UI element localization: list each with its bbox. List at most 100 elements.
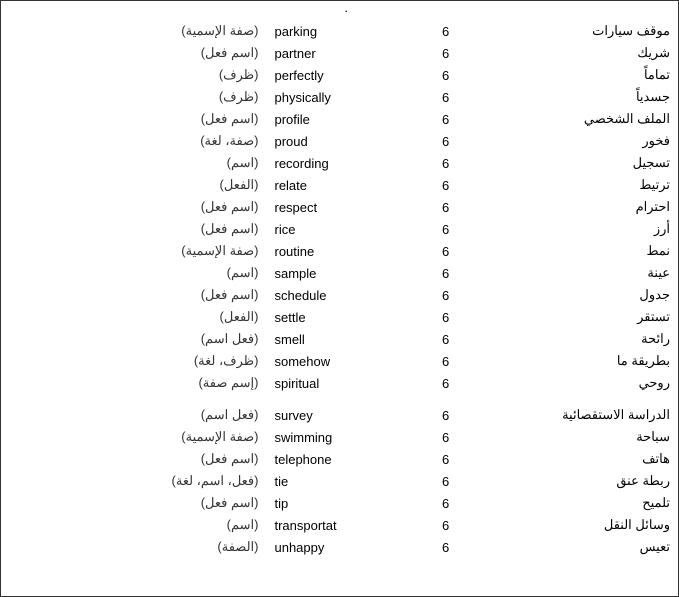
english-cell: transportat: [266, 514, 425, 536]
table-row: (فعل اسم) smell 6 رائحة: [1, 328, 678, 350]
table-row: (اسم) sample 6 عينة: [1, 262, 678, 284]
arabic-cell: فخور: [466, 130, 678, 152]
english-cell: survey: [266, 404, 425, 426]
arabic-cell: تستقر: [466, 306, 678, 328]
grammar-cell: (فعل اسم): [1, 404, 266, 426]
english-cell: perfectly: [266, 64, 425, 86]
number-cell: 6: [426, 240, 466, 262]
english-cell: spiritual: [266, 372, 425, 394]
grammar-cell: (فعل اسم): [1, 328, 266, 350]
english-cell: smell: [266, 328, 425, 350]
english-cell: respect: [266, 196, 425, 218]
arabic-cell: تعيس: [466, 536, 678, 558]
dot-english: ·: [266, 1, 425, 20]
table-row: (صفة الإسمية) swimming 6 سباحة: [1, 426, 678, 448]
table-row: (فعل، اسم، لغة) tie 6 ربطة عنق: [1, 470, 678, 492]
arabic-cell: وسائل النقل: [466, 514, 678, 536]
grammar-cell: (ظرف): [1, 86, 266, 108]
english-cell: telephone: [266, 448, 425, 470]
number-cell: 6: [426, 426, 466, 448]
table-row: (اسم فعل) profile 6 الملف الشخصي: [1, 108, 678, 130]
english-cell: tie: [266, 470, 425, 492]
english-cell: routine: [266, 240, 425, 262]
table-row: (الصفة) unhappy 6 تعيس: [1, 536, 678, 558]
table-row: (ظرف) physically 6 جسدياً: [1, 86, 678, 108]
grammar-cell: (ظرف، لغة): [1, 350, 266, 372]
grammar-cell: (اسم فعل): [1, 284, 266, 306]
table-row: (فعل اسم) survey 6 الدراسة الاستقصائية: [1, 404, 678, 426]
arabic-cell: الملف الشخصي: [466, 108, 678, 130]
grammar-cell: (اسم فعل): [1, 492, 266, 514]
number-cell: 6: [426, 514, 466, 536]
grammar-cell: (صفة الإسمية): [1, 20, 266, 42]
dot-arabic: [466, 1, 678, 20]
english-cell: relate: [266, 174, 425, 196]
number-cell: 6: [426, 20, 466, 42]
table-row: (ظرف، لغة) somehow 6 بطريقة ما: [1, 350, 678, 372]
grammar-cell: (اسم فعل): [1, 196, 266, 218]
number-cell: 6: [426, 130, 466, 152]
table-row: (اسم فعل) tip 6 تلميح: [1, 492, 678, 514]
table-row: (اسم فعل) telephone 6 هاتف: [1, 448, 678, 470]
arabic-cell: عينة: [466, 262, 678, 284]
arabic-cell: الدراسة الاستقصائية: [466, 404, 678, 426]
arabic-cell: رائحة: [466, 328, 678, 350]
grammar-cell: (اسم): [1, 152, 266, 174]
number-cell: 6: [426, 536, 466, 558]
number-cell: 6: [426, 174, 466, 196]
table-row: (اسم فعل) schedule 6 جدول: [1, 284, 678, 306]
english-cell: proud: [266, 130, 425, 152]
arabic-cell: روحي: [466, 372, 678, 394]
arabic-cell: تماماً: [466, 64, 678, 86]
arabic-cell: جدول: [466, 284, 678, 306]
number-cell: 6: [426, 42, 466, 64]
number-cell: 6: [426, 284, 466, 306]
arabic-cell: تلميح: [466, 492, 678, 514]
table-row: (صفة الإسمية) parking 6 موقف سيارات: [1, 20, 678, 42]
english-cell: sample: [266, 262, 425, 284]
arabic-cell: سباحة: [466, 426, 678, 448]
table-row: (الفعل) settle 6 تستقر: [1, 306, 678, 328]
number-cell: 6: [426, 64, 466, 86]
english-cell: partner: [266, 42, 425, 64]
vocabulary-table: · (صفة الإسمية) parking 6 موقف سيارات (ا…: [0, 0, 679, 597]
table-row: (اسم) recording 6 تسجيل: [1, 152, 678, 174]
number-cell: 6: [426, 350, 466, 372]
grammar-cell: (الصفة): [1, 536, 266, 558]
number-cell: 6: [426, 196, 466, 218]
grammar-cell: (ظرف): [1, 64, 266, 86]
english-cell: recording: [266, 152, 425, 174]
number-cell: 6: [426, 218, 466, 240]
arabic-cell: بطريقة ما: [466, 350, 678, 372]
table-row: (الفعل) relate 6 ترتيط: [1, 174, 678, 196]
number-cell: 6: [426, 470, 466, 492]
english-cell: swimming: [266, 426, 425, 448]
spacer-row: [1, 394, 678, 404]
grammar-cell: (صفة، لغة): [1, 130, 266, 152]
grammar-cell: (الفعل): [1, 306, 266, 328]
table-row: (اسم فعل) respect 6 احترام: [1, 196, 678, 218]
number-cell: 6: [426, 372, 466, 394]
number-cell: 6: [426, 262, 466, 284]
arabic-cell: ترتيط: [466, 174, 678, 196]
dot-cell: [1, 1, 266, 20]
english-cell: settle: [266, 306, 425, 328]
arabic-cell: جسدياً: [466, 86, 678, 108]
english-cell: tip: [266, 492, 425, 514]
arabic-cell: أرز: [466, 218, 678, 240]
grammar-cell: (فعل، اسم، لغة): [1, 470, 266, 492]
grammar-cell: (اسم فعل): [1, 42, 266, 64]
grammar-cell: (اسم): [1, 514, 266, 536]
arabic-cell: احترام: [466, 196, 678, 218]
english-cell: unhappy: [266, 536, 425, 558]
arabic-cell: شريك: [466, 42, 678, 64]
arabic-cell: ربطة عنق: [466, 470, 678, 492]
dot-number: [426, 1, 466, 20]
english-cell: physically: [266, 86, 425, 108]
grammar-cell: (إسم صفة): [1, 372, 266, 394]
grammar-cell: (اسم فعل): [1, 108, 266, 130]
english-cell: parking: [266, 20, 425, 42]
grammar-cell: (الفعل): [1, 174, 266, 196]
grammar-cell: (صفة الإسمية): [1, 240, 266, 262]
arabic-cell: تسجيل: [466, 152, 678, 174]
